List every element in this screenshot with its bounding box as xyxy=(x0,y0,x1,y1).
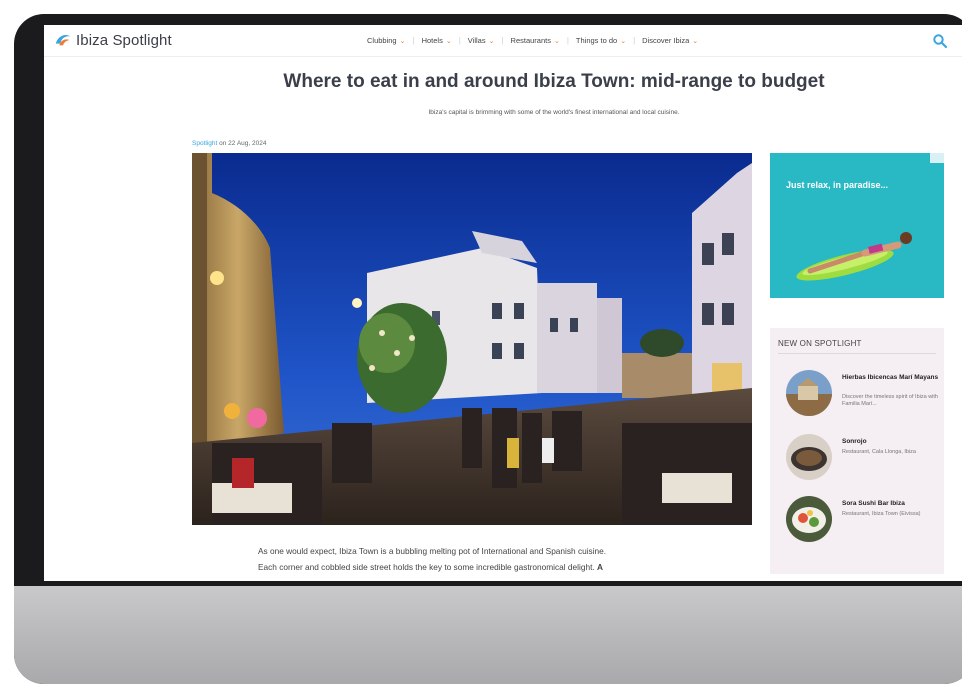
publish-date: on 22 Aug, 2024 xyxy=(217,140,267,147)
article-body-line: Each corner and cobbled side street hold… xyxy=(258,562,597,572)
menu-separator: | xyxy=(501,36,504,45)
sidebar-divider xyxy=(778,353,936,354)
chevron-down-icon: ⌄ xyxy=(399,37,406,45)
sidebar-item-desc: Restaurant, Cala Llonga, Ibiza xyxy=(842,449,916,455)
page-title: Where to eat in and around Ibiza Town: m… xyxy=(283,71,825,92)
chevron-down-icon: ⌄ xyxy=(445,37,452,45)
menu-item-villas[interactable]: Villas ⌄ xyxy=(468,36,495,45)
new-on-spotlight-panel: NEW ON SPOTLIGHT Hierbas Ibicencas Marí … xyxy=(770,328,944,574)
monitor-chin xyxy=(14,586,962,684)
menu-item-clubbing[interactable]: Clubbing ⌄ xyxy=(367,36,405,45)
menu-item-hotels[interactable]: Hotels ⌄ xyxy=(422,36,452,45)
sidebar-item-desc: Discover the timeless spirit of Ibiza wi… xyxy=(842,394,938,407)
chevron-down-icon: ⌄ xyxy=(553,37,560,45)
search-icon[interactable] xyxy=(932,33,948,49)
site-logo[interactable]: Ibiza Spotlight xyxy=(54,31,172,49)
main-menu: Clubbing ⌄ | Hotels ⌄ | Villas ⌄ | Resta… xyxy=(367,36,698,45)
menu-item-label: Clubbing xyxy=(367,36,397,45)
top-navigation: Ibiza Spotlight Clubbing ⌄ | Hotels ⌄ | … xyxy=(44,25,962,57)
sidebar-item-desc: Restaurant, Ibiza Town (Eivissa) xyxy=(842,511,921,517)
sidebar-item-sonrojo[interactable]: Sonrojo Restaurant, Cala Llonga, Ibiza xyxy=(786,434,942,484)
menu-item-label: Hotels xyxy=(421,36,443,45)
sidebar-item-title: Hierbas Ibicencas Marí Mayans xyxy=(842,374,939,381)
article-body-line: As one would expect, Ibiza Town is a bub… xyxy=(258,546,607,556)
sidebar-item-hierbas[interactable]: Hierbas Ibicencas Marí Mayans Discover t… xyxy=(786,370,942,420)
thumbnail-image xyxy=(786,434,832,480)
hero-image-ibiza-town-night xyxy=(192,153,752,525)
menu-separator: | xyxy=(458,36,461,45)
menu-item-things-to-do[interactable]: Things to do ⌄ xyxy=(576,36,626,45)
menu-item-label: Things to do xyxy=(575,36,618,45)
menu-separator: | xyxy=(633,36,636,45)
article-subtitle: Ibiza's capital is brimming with some of… xyxy=(428,109,680,116)
menu-item-restaurants[interactable]: Restaurants ⌄ xyxy=(511,36,560,45)
logo-wave-icon xyxy=(55,34,71,46)
thumbnail-image xyxy=(786,496,832,542)
chevron-down-icon: ⌄ xyxy=(488,37,495,45)
chevron-down-icon: ⌄ xyxy=(692,37,699,45)
sidebar-item-title: Sonrojo xyxy=(842,438,867,445)
article-byline: Spotlight on 22 Aug, 2024 xyxy=(192,140,266,147)
sidebar-item-sora-sushi[interactable]: Sora Sushi Bar Ibiza Restaurant, Ibiza T… xyxy=(786,496,942,546)
browser-screen: Ibiza Spotlight Clubbing ⌄ | Hotels ⌄ | … xyxy=(44,25,962,581)
menu-item-discover-ibiza[interactable]: Discover Ibiza ⌄ xyxy=(642,36,698,45)
menu-item-label: Villas xyxy=(467,36,486,45)
woman-on-float-illustration xyxy=(796,232,912,281)
menu-item-label: Discover Ibiza xyxy=(642,36,690,45)
menu-separator: | xyxy=(412,36,415,45)
article-body-bold: A xyxy=(596,562,603,572)
chevron-down-icon: ⌄ xyxy=(620,37,627,45)
logo-text: Ibiza Spotlight xyxy=(76,31,172,49)
sidebar-title: NEW ON SPOTLIGHT xyxy=(778,339,862,348)
sidebar-item-title: Sora Sushi Bar Ibiza xyxy=(842,500,905,507)
author-link[interactable]: Spotlight xyxy=(192,140,217,147)
article-body: As one would expect, Ibiza Town is a bub… xyxy=(258,543,728,575)
thumbnail-image xyxy=(786,370,832,416)
sidebar-advertisement[interactable]: Just relax, in paradise... xyxy=(770,153,944,298)
menu-item-label: Restaurants xyxy=(510,36,551,45)
menu-separator: | xyxy=(566,36,569,45)
